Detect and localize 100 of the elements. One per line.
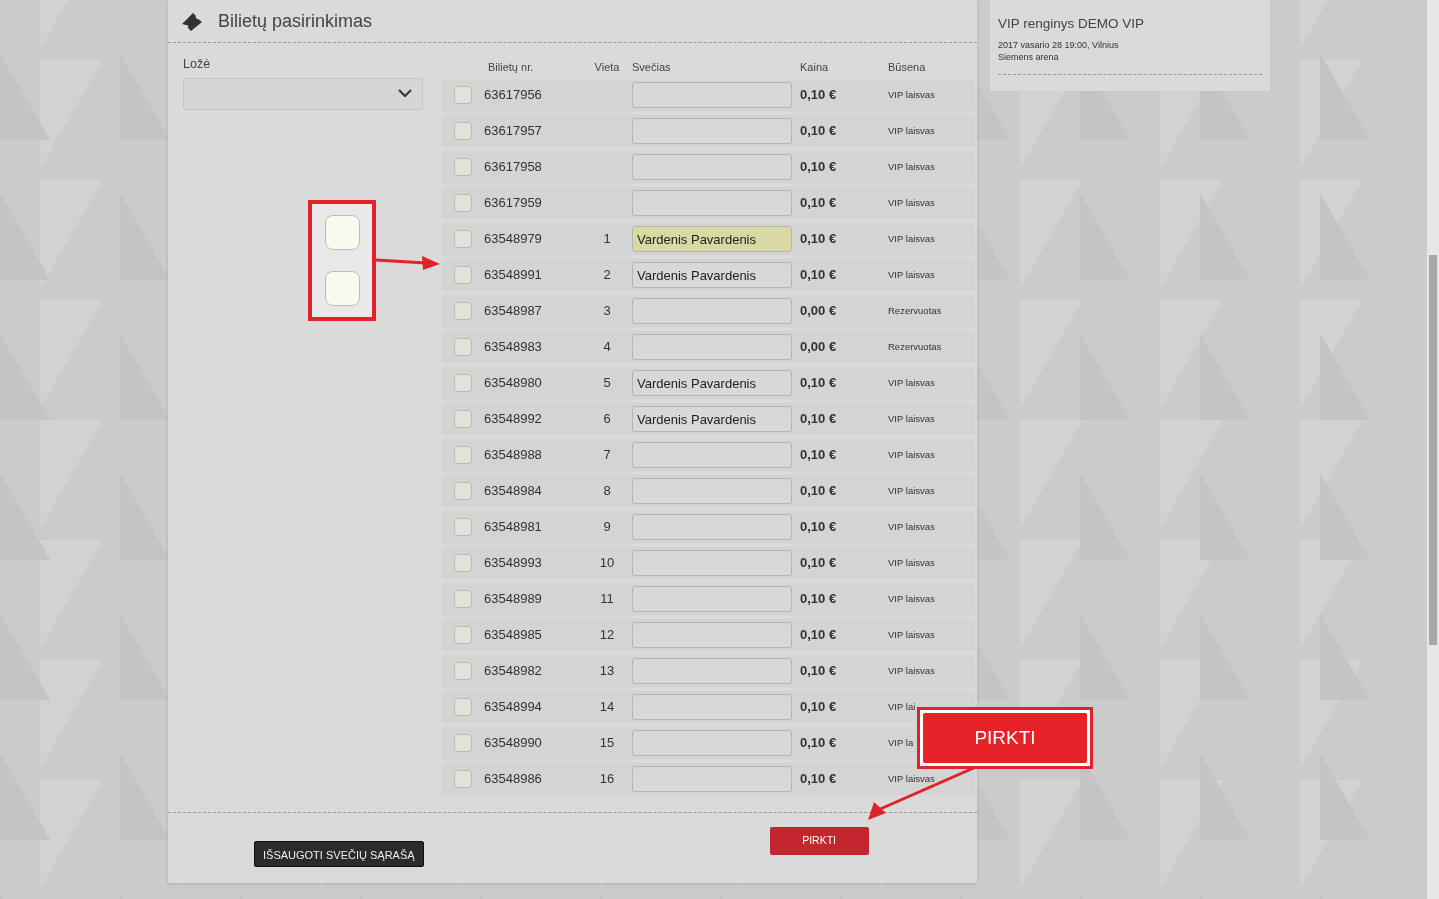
guest-input[interactable]	[632, 658, 792, 684]
guest-input[interactable]	[632, 154, 792, 180]
price: 0,10 €	[800, 770, 838, 789]
seat-number: 8	[602, 482, 612, 501]
checkbox[interactable]	[454, 230, 472, 248]
status-text: VIP laisvas	[888, 195, 935, 210]
ticket-number: 63548988	[484, 446, 543, 465]
ticket-number: 63548980	[484, 374, 543, 393]
price: 0,10 €	[800, 626, 838, 645]
ticket-number: 63548986	[484, 770, 543, 789]
guest-input[interactable]	[632, 478, 792, 504]
price: 0,10 €	[800, 410, 838, 429]
seat-number: 15	[598, 734, 616, 753]
checkbox[interactable]	[454, 410, 472, 428]
checkbox[interactable]	[454, 554, 472, 572]
status-text: VIP laisvas	[888, 159, 935, 174]
price: 0,10 €	[800, 482, 838, 501]
status-text: VIP laisvas	[888, 267, 935, 282]
column-header: Svečias	[631, 59, 672, 75]
guest-input[interactable]	[632, 586, 792, 612]
status-text: VIP laisvas	[888, 519, 935, 534]
seat-number: 1	[602, 230, 612, 249]
checkbox[interactable]	[454, 86, 472, 104]
guest-input[interactable]	[632, 442, 792, 468]
checkbox[interactable]	[454, 122, 472, 140]
checkbox[interactable]	[454, 194, 472, 212]
guest-input[interactable]	[632, 82, 792, 108]
guest-input[interactable]	[632, 766, 792, 792]
status-text: VIP laisvas	[888, 231, 935, 246]
status-text: VIP laisvas	[888, 411, 935, 426]
checkbox[interactable]	[454, 266, 472, 284]
price: 0,10 €	[800, 86, 838, 105]
seat-number: 2	[602, 266, 612, 285]
guest-input[interactable]	[632, 298, 792, 324]
guest-input[interactable]	[632, 118, 792, 144]
column-header: Kaina	[800, 59, 830, 75]
guest-input[interactable]	[632, 694, 792, 720]
seat-number: 14	[598, 698, 616, 717]
ticket-number: 63548991	[484, 266, 543, 285]
checkbox[interactable]	[454, 518, 472, 536]
checkbox[interactable]	[454, 698, 472, 716]
ticket-number: 63617958	[484, 158, 543, 177]
price: 0,10 €	[800, 194, 838, 213]
column-header: Bilietų nr.	[487, 59, 535, 75]
ticket-number: 63548981	[484, 518, 543, 537]
column-header: Vieta	[593, 59, 621, 75]
ticket-icon	[180, 11, 204, 31]
checkbox[interactable]	[454, 374, 472, 392]
status-text: VIP laisvas	[888, 663, 935, 678]
seat-number: 10	[598, 554, 616, 573]
ticket-number: 63548983	[484, 338, 543, 357]
field-label: Ložė	[183, 56, 212, 73]
checkbox[interactable]	[454, 338, 472, 356]
guest-input[interactable]	[632, 550, 792, 576]
checkbox[interactable]	[454, 734, 472, 752]
seat-number: 6	[602, 410, 612, 429]
ticket-number: 63617957	[484, 122, 543, 141]
ticket-number: 63548979	[484, 230, 543, 249]
checkbox[interactable]	[454, 482, 472, 500]
price: 0,10 €	[800, 698, 838, 717]
buy-button[interactable]: PIRKTI	[923, 713, 1087, 763]
status-text: VIP laisvas	[888, 375, 935, 390]
status-text: VIP laisvas	[888, 771, 935, 786]
seat-number: 7	[602, 446, 612, 465]
checkbox[interactable]	[454, 302, 472, 320]
guest-input[interactable]: Vardenis Pavardenis	[632, 262, 792, 288]
event-details: 2017 vasario 28 19:00, Vilnius Siemens arena	[998, 40, 1120, 64]
status-text: VIP laisvas	[888, 555, 935, 570]
checkbox[interactable]	[454, 158, 472, 176]
status-text: Rezervuotas	[888, 339, 942, 354]
checkbox[interactable]	[454, 590, 472, 608]
seat-number: 16	[598, 770, 616, 789]
guest-input[interactable]	[632, 334, 792, 360]
checkbox[interactable]	[454, 662, 472, 680]
guest-input[interactable]	[632, 622, 792, 648]
price: 0,00 €	[800, 338, 838, 357]
checkbox[interactable]	[454, 626, 472, 644]
section-title: Bilietų pasirinkimas	[218, 9, 373, 33]
guest-input[interactable]: Vardenis Pavardenis	[632, 370, 792, 396]
loze-select[interactable]	[183, 77, 423, 110]
chevron-down-icon	[398, 89, 412, 99]
ticket-number: 63617956	[484, 86, 543, 105]
price: 0,10 €	[800, 662, 838, 681]
ticket-number: 63548992	[484, 410, 543, 429]
column-header: Būsena	[888, 59, 926, 75]
status-text: VIP la	[888, 735, 914, 750]
checkbox[interactable]	[454, 770, 472, 788]
seat-number: 3	[602, 302, 612, 321]
price: 0,10 €	[800, 122, 838, 141]
checkbox[interactable]	[454, 446, 472, 464]
guest-input[interactable]: Vardenis Pavardenis	[632, 406, 792, 432]
scrollbar[interactable]	[1427, 0, 1439, 899]
guest-input[interactable]	[632, 190, 792, 216]
buy-button[interactable]: PIRKTI	[769, 827, 869, 855]
save-guest-list-button[interactable]: IŠSAUGOTI SVEČIŲ SĄRAŠĄ	[254, 841, 424, 867]
guest-input[interactable]	[632, 514, 792, 540]
guest-input[interactable]	[632, 730, 792, 756]
price: 0,10 €	[800, 158, 838, 177]
status-text: VIP laisvas	[888, 123, 935, 138]
guest-input[interactable]: Vardenis Pavardenis	[632, 226, 792, 252]
